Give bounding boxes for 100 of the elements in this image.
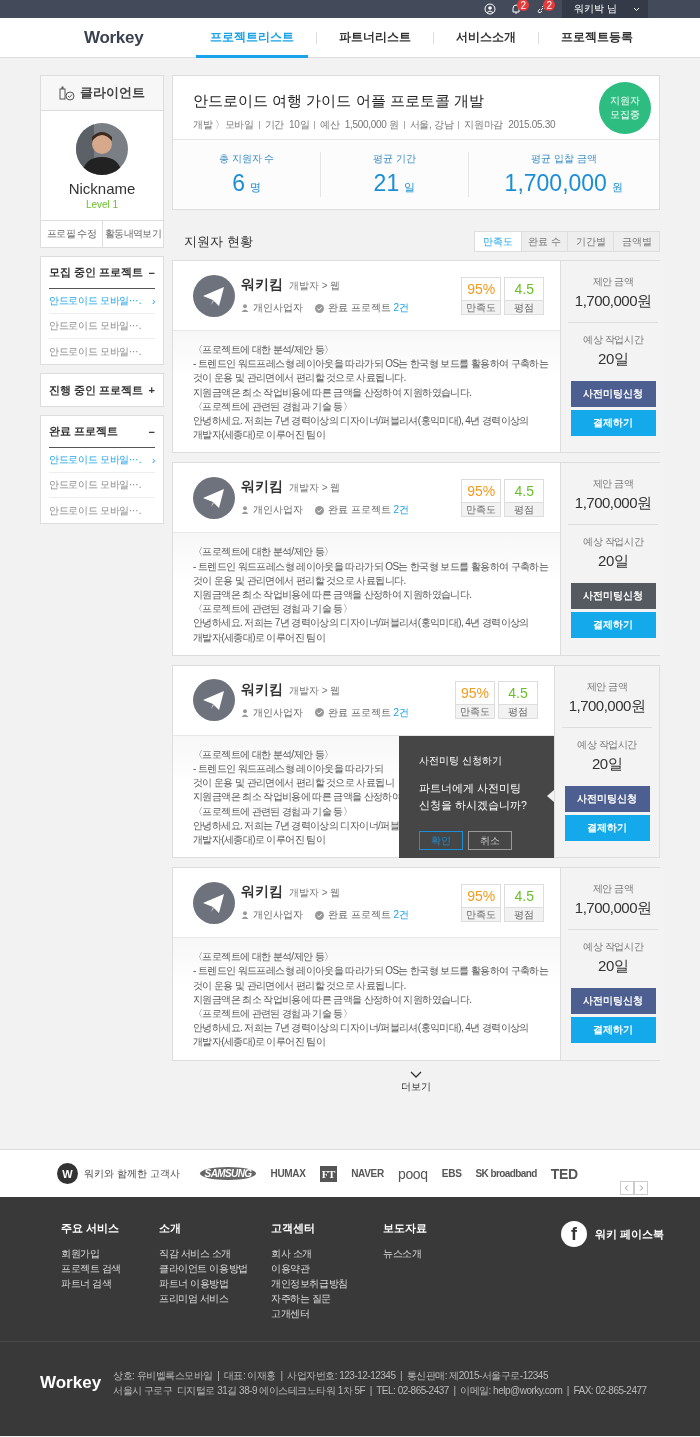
popup-message: 파트너에게 사전미팅 신청을 하시겠습니까? [419, 780, 528, 813]
applicant-name[interactable]: 워키킴 [241, 276, 283, 294]
client-logo: EBS [441, 1168, 462, 1179]
footer-link[interactable]: 회사 소개 [271, 1246, 312, 1261]
plane-avatar-icon [193, 274, 235, 317]
applicant-name[interactable]: 워키킴 [241, 883, 283, 902]
footer-link[interactable]: 이용약관 [271, 1261, 310, 1276]
footer-link[interactable]: 파트너 이용방법 [159, 1276, 229, 1291]
user-icon[interactable] [484, 3, 497, 15]
user-menu[interactable]: 워키박 님 [562, 0, 648, 18]
score-label: 만족도 [462, 299, 501, 314]
footer-link[interactable]: 자주하는 질문 [271, 1291, 331, 1306]
rating-value: 4.5 [514, 481, 534, 501]
facebook-link[interactable]: 워키 페이스북 [595, 1226, 665, 1242]
business-type: 개인사업자 [253, 301, 303, 315]
section-title: 지원자 현황 [183, 232, 253, 251]
price-label: 제안 금액 [592, 275, 634, 289]
applicant-category: 개발자 > 웹 [289, 481, 341, 496]
clients-title: 워키와 함께한 고객사 [84, 1166, 180, 1181]
applicant-category: 개발자 > 웹 [289, 279, 341, 293]
project-item[interactable]: 안드로이드 모바일⋯. [49, 314, 155, 339]
more-button[interactable]: 더보기 [401, 1070, 431, 1094]
sort-tab[interactable]: 금액별 [613, 232, 659, 251]
client-logo: HUMAX [270, 1168, 306, 1179]
time-label: 예상 작업시간 [583, 333, 644, 347]
price-label: 제안 금액 [592, 477, 634, 492]
rating-value: 4.5 [508, 684, 528, 704]
satisfaction-value: 95% [461, 684, 489, 704]
proposal-text: - 트렌드인 워드프레스형 레이아웃을 따라가되 [193, 762, 384, 777]
project-meta: 예산 1,500,000 원 [320, 118, 399, 132]
proposal-text: 개발자(세종대)로 이루어진 팀이 [193, 630, 326, 645]
satisfaction-value: 95% [467, 886, 496, 906]
meeting-button[interactable]: 사전미팅신청 [570, 583, 656, 610]
applicant-name[interactable]: 워키킴 [241, 680, 283, 699]
footer-link[interactable]: 프리미엄 서비스 [159, 1291, 229, 1306]
meeting-button[interactable]: 사전미팅신청 [570, 988, 656, 1015]
panel-header[interactable]: 완료 프로젝트 − [49, 416, 155, 448]
proposal-text: - 트렌드인 워드프레스형 레이아웃을 따라가되 OS는 한국형 보드를 활용하여 구축하는 [193, 357, 549, 372]
panel-title: 모집 중인 프로젝트 [49, 265, 144, 280]
panel-header[interactable]: 모집 중인 프로젝트 − [49, 257, 155, 289]
footer-link[interactable]: 직감 서비스 소개 [159, 1246, 231, 1261]
project-item[interactable]: 안드로이드 모바일⋯. [49, 339, 155, 364]
footer-link[interactable]: 파트너 검색 [61, 1276, 112, 1291]
footer-link[interactable]: 개인정보취급방침 [271, 1276, 348, 1291]
score-label: 만족도 [456, 704, 494, 719]
footer-link[interactable]: 뉴스소개 [383, 1246, 422, 1261]
business-type: 개인사업자 [253, 908, 303, 923]
nav-tab[interactable]: 프로젝트등록 [547, 17, 647, 58]
footer-link[interactable]: 고개센터 [271, 1306, 310, 1321]
toggle-button[interactable]: − [148, 266, 155, 279]
footer-link[interactable]: 클라이언트 이용방법 [159, 1261, 248, 1276]
check-icon [315, 505, 324, 515]
nav-tab[interactable]: 서비스소개 [442, 17, 530, 58]
satisfaction-value: 95% [467, 279, 496, 299]
footer-logo: Workey [40, 1373, 102, 1393]
client-logo: SK broadband [475, 1168, 537, 1179]
proposal-text: 〈프로젝트에 관련된 경험과 기술 등〉 [193, 804, 353, 819]
footer-link[interactable]: 프로젝트 검색 [61, 1261, 121, 1276]
check-icon [315, 708, 324, 718]
check-icon [315, 303, 324, 313]
proposal-text: 지원금액은 최소 작업비용에 따른 금액을 산정하여 지원하였습니다. [193, 588, 472, 603]
footer-link[interactable]: 회원가입 [61, 1246, 100, 1261]
proposal-text: 것이 운용 및 관리면에서 편리할 것으로 사료됩니다. [193, 978, 406, 993]
proposal-text: 개발자(세종대)로 이루어진 팀이 [193, 833, 326, 848]
person-icon [241, 304, 249, 312]
profile-button[interactable]: 활동내역보기 [102, 221, 163, 247]
business-type: 개인사업자 [253, 705, 303, 720]
cancel-button[interactable]: 취소 [468, 831, 512, 851]
person-icon [241, 708, 249, 717]
price-label: 제안 금액 [586, 679, 628, 694]
facebook-icon[interactable]: f [561, 1221, 587, 1247]
satisfaction-value: 95% [467, 481, 496, 501]
meeting-button[interactable]: 사전미팅신청 [564, 785, 650, 812]
time-value: 20일 [598, 552, 629, 572]
sort-tab[interactable]: 완료 수 [521, 232, 567, 251]
applicant-name[interactable]: 워키킴 [241, 478, 283, 497]
project-item[interactable]: 안드로이드 모바일⋯. [49, 498, 155, 523]
logo[interactable]: Workey [84, 27, 196, 48]
proposal-text: 〈프로젝트에 대한 분석/제안 등〉 [193, 747, 334, 762]
level-label: Level 1 [85, 199, 119, 210]
proposal-text: 안녕하세요. 저희는 7년 경력이상의 디자이너/퍼블 [193, 818, 400, 833]
toggle-button[interactable]: + [148, 384, 155, 396]
client-logo: pooq [397, 1165, 428, 1182]
completed-projects: 완료 프로젝트 2건 [328, 503, 410, 518]
time-value: 20일 [591, 754, 623, 774]
proposal-text: 〈프로젝트에 관련된 경험과 기술 등〉 [193, 602, 353, 617]
footer-heading: 주요 서비스 [61, 1221, 121, 1236]
rating-value: 4.5 [514, 279, 534, 299]
company-info: 서울시 구로구 디지털로 31길 38-9 에이스테크노타워 1차 5F | TEL: 02-865-2437 | 이메일: help@worky.com | FAX: 02-865-2477 [113, 1384, 647, 1398]
notification-badge: 2 [517, 0, 530, 11]
time-label: 예상 작업시간 [583, 535, 644, 550]
bell-icon[interactable] [510, 3, 523, 15]
meeting-button[interactable]: 사전미팅신청 [570, 381, 656, 407]
project-item[interactable]: 안드로이드 모바일⋯. [49, 473, 155, 498]
nav-tab[interactable]: 파트너리스트 [325, 17, 425, 58]
chevron-down-icon [633, 6, 640, 12]
proposal-text: 〈프로젝트에 대한 분석/제안 등〉 [193, 343, 334, 357]
sort-tab[interactable]: 기간별 [567, 232, 613, 251]
toggle-button[interactable]: − [148, 425, 155, 438]
proposal-text: 것이 운용 및 관리면에서 편리할 것으로 사료됩니다. [193, 371, 406, 386]
